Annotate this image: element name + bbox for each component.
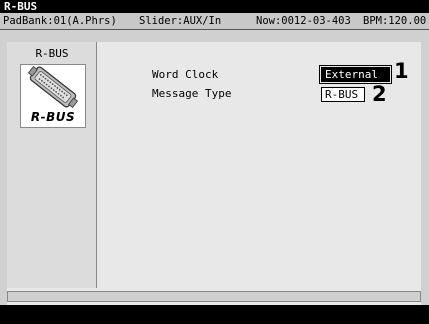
rbus-connector-graphic: [27, 66, 79, 108]
footer-bar: [0, 305, 429, 324]
screen: R-BUS PadBank:01(A.Phrs) Slider:AUX/In N…: [0, 0, 429, 324]
sidebar: R-BUS R-BUS: [7, 42, 97, 288]
status-bpm: BPM:120.00: [363, 15, 427, 27]
callout-2: 2: [372, 82, 387, 106]
word-clock-value[interactable]: External: [319, 65, 392, 84]
status-slider: Slider:AUX/In: [139, 15, 222, 27]
function-bar: [7, 291, 421, 302]
frame-top: [7, 30, 421, 42]
rbus-connector-icon: R-BUS: [20, 64, 86, 128]
callout-1: 1: [394, 59, 409, 83]
window-title: R-BUS: [0, 0, 429, 13]
main-panel: Word Clock External 1 Message Type R-BUS…: [98, 42, 421, 288]
frame-left: [0, 30, 7, 305]
status-now: Now:0012-03-403: [256, 15, 351, 27]
status-bar: PadBank:01(A.Phrs) Slider:AUX/In Now:001…: [0, 13, 429, 30]
message-type-label: Message Type: [152, 87, 232, 100]
frame-right: [421, 30, 429, 305]
rbus-logo-caption: R-BUS: [30, 110, 76, 124]
message-type-value[interactable]: R-BUS: [321, 87, 365, 102]
status-pad-bank: PadBank:01(A.Phrs): [3, 15, 117, 27]
sidebar-title: R-BUS: [35, 47, 69, 60]
word-clock-label: Word Clock: [152, 68, 219, 81]
